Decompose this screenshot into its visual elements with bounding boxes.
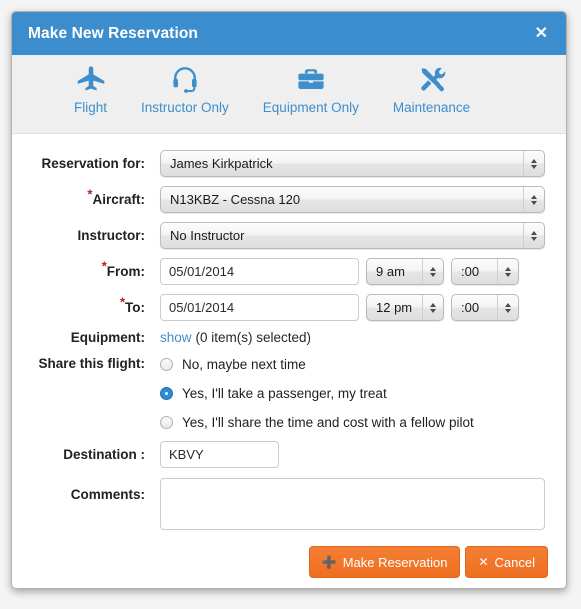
- reservation-for-control: James Kirkpatrick: [160, 150, 545, 177]
- tab-flight[interactable]: Flight: [74, 55, 107, 115]
- to-label-text: To:: [125, 300, 145, 315]
- tab-equipment-only[interactable]: Equipment Only: [263, 55, 359, 115]
- share-flight-label: Share this flight:: [38, 356, 145, 371]
- aircraft-label: *Aircraft:: [12, 188, 160, 208]
- equipment-show-link[interactable]: show: [160, 330, 192, 345]
- equipment-label: Equipment:: [70, 330, 145, 345]
- radio-icon-unchecked[interactable]: [160, 416, 173, 429]
- reservation-for-select[interactable]: James Kirkpatrick: [160, 150, 545, 177]
- to-minute-select[interactable]: :00: [451, 294, 519, 321]
- reservation-for-label: Reservation for:: [41, 156, 145, 171]
- row-share-flight: Share this flight: No, maybe next time Y…: [12, 352, 566, 435]
- instructor-label: Instructor:: [77, 228, 146, 243]
- aircraft-label-text: Aircraft:: [92, 192, 145, 207]
- share-option-cost-share-label: Yes, I'll share the time and cost with a…: [182, 415, 474, 430]
- equipment-status: (0 item(s) selected): [195, 330, 312, 345]
- tab-equipment-only-label: Equipment Only: [262, 100, 359, 115]
- to-hour-select[interactable]: 12 pm: [366, 294, 444, 321]
- airplane-icon: [76, 64, 106, 94]
- to-control: 12 pm :00: [160, 294, 519, 321]
- comments-textarea[interactable]: [160, 478, 545, 530]
- from-label-text: From:: [106, 264, 145, 279]
- share-option-passenger-label: Yes, I'll take a passenger, my treat: [182, 386, 387, 401]
- stepper-arrows-icon: [497, 295, 518, 320]
- headset-icon: [170, 64, 200, 94]
- comments-label: Comments:: [70, 487, 145, 502]
- to-date-input[interactable]: [160, 294, 359, 321]
- from-label: *From:: [12, 260, 160, 280]
- to-label: *To:: [12, 296, 160, 316]
- to-minute-value: :00: [461, 300, 480, 315]
- plus-circle-icon: ➕: [321, 555, 337, 569]
- row-from: *From: 9 am :00: [12, 258, 566, 285]
- destination-label: Destination :: [63, 447, 145, 462]
- row-reservation-for: Reservation for: James Kirkpatrick: [12, 150, 566, 177]
- stepper-arrows-icon: [422, 295, 443, 320]
- stepper-arrows-icon: [523, 187, 544, 212]
- instructor-control: No Instructor: [160, 222, 545, 249]
- row-destination: Destination :: [12, 441, 566, 468]
- from-minute-select[interactable]: :00: [451, 258, 519, 285]
- tab-instructor-only-label: Instructor Only: [141, 100, 229, 115]
- from-date-input[interactable]: [160, 258, 359, 285]
- instructor-value: No Instructor: [170, 228, 245, 243]
- radio-icon-unchecked[interactable]: [160, 358, 173, 371]
- share-option-no-label: No, maybe next time: [182, 357, 306, 372]
- radio-icon-checked[interactable]: [160, 387, 173, 400]
- cancel-button[interactable]: ✕ Cancel: [465, 546, 548, 578]
- to-hour-value: 12 pm: [376, 300, 413, 315]
- instructor-select[interactable]: No Instructor: [160, 222, 545, 249]
- make-reservation-button-label: Make Reservation: [342, 554, 448, 570]
- stepper-arrows-icon: [422, 259, 443, 284]
- aircraft-control: N13KBZ - Cessna 120: [160, 186, 545, 213]
- destination-control: [160, 441, 279, 468]
- aircraft-select[interactable]: N13KBZ - Cessna 120: [160, 186, 545, 213]
- briefcase-icon: [296, 64, 326, 94]
- make-reservation-button[interactable]: ➕ Make Reservation: [308, 546, 461, 578]
- stepper-arrows-icon: [497, 259, 518, 284]
- tab-maintenance-label: Maintenance: [392, 100, 471, 115]
- modal-title: Make New Reservation: [28, 24, 198, 42]
- comments-control: [160, 478, 545, 530]
- share-option-no[interactable]: No, maybe next time: [160, 352, 474, 377]
- page-background: Make New Reservation ✕ Flight Instructor…: [0, 0, 581, 609]
- tools-icon: [417, 64, 447, 94]
- make-new-reservation-modal: Make New Reservation ✕ Flight Instructor…: [11, 11, 567, 589]
- from-hour-select[interactable]: 9 am: [366, 258, 444, 285]
- cancel-button-label: Cancel: [494, 554, 535, 570]
- share-option-passenger[interactable]: Yes, I'll take a passenger, my treat: [160, 381, 474, 406]
- share-flight-radio-group: No, maybe next time Yes, I'll take a pas…: [160, 352, 474, 435]
- equipment-control: show (0 item(s) selected): [160, 330, 311, 345]
- reservation-type-tabs: Flight Instructor Only Equipment Only Ma…: [12, 55, 566, 134]
- row-instructor: Instructor: No Instructor: [12, 222, 566, 249]
- from-minute-value: :00: [461, 264, 480, 279]
- row-aircraft: *Aircraft: N13KBZ - Cessna 120: [12, 186, 566, 213]
- tab-instructor-only[interactable]: Instructor Only: [141, 55, 229, 115]
- modal-header: Make New Reservation ✕: [12, 12, 566, 55]
- x-icon: ✕: [478, 555, 489, 569]
- from-hour-value: 9 am: [376, 264, 405, 279]
- destination-input[interactable]: [160, 441, 279, 468]
- modal-footer: ➕ Make Reservation ✕ Cancel: [12, 539, 566, 588]
- stepper-arrows-icon: [523, 223, 544, 248]
- from-control: 9 am :00: [160, 258, 519, 285]
- row-comments: Comments:: [12, 478, 566, 530]
- aircraft-value: N13KBZ - Cessna 120: [170, 192, 301, 207]
- row-to: *To: 12 pm :00: [12, 294, 566, 321]
- tab-flight-label: Flight: [74, 100, 108, 115]
- reservation-form: Reservation for: James Kirkpatrick *Airc…: [12, 134, 566, 539]
- reservation-for-value: James Kirkpatrick: [170, 156, 273, 171]
- stepper-arrows-icon: [523, 151, 544, 176]
- share-option-cost-share[interactable]: Yes, I'll share the time and cost with a…: [160, 410, 474, 435]
- close-icon[interactable]: ✕: [533, 24, 550, 44]
- tab-maintenance[interactable]: Maintenance: [393, 55, 470, 115]
- row-equipment: Equipment: show (0 item(s) selected): [12, 330, 566, 345]
